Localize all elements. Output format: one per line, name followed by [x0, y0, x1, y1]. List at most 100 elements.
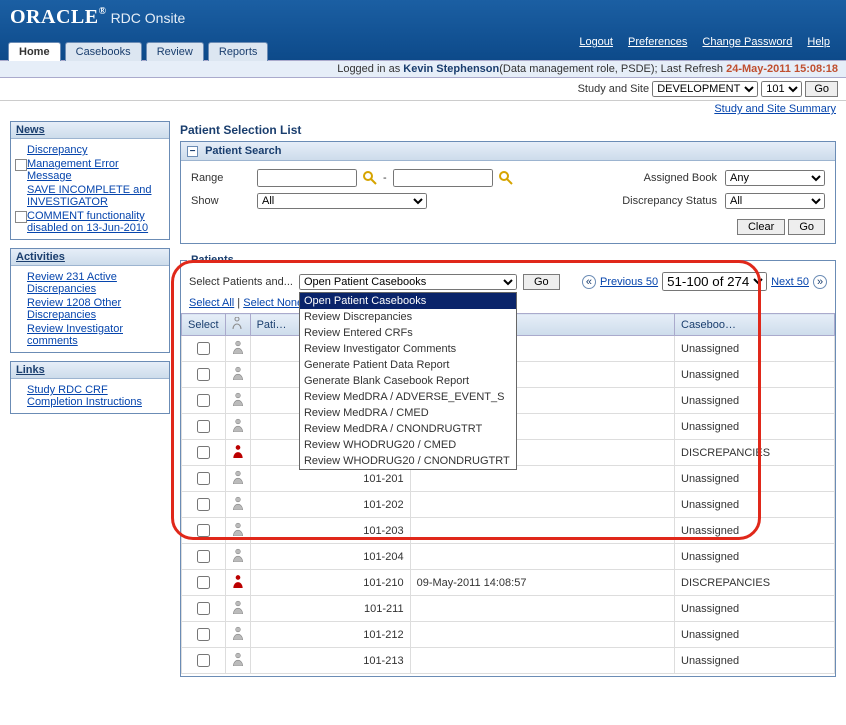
page-range-select[interactable]: 51-100 of 274	[662, 272, 767, 291]
activity-item[interactable]: Review Investigator comments	[15, 322, 165, 348]
select-all-link[interactable]: Select All	[189, 297, 234, 309]
oracle-logo: ORACLE®	[10, 6, 107, 29]
row-checkbox[interactable]	[197, 420, 210, 433]
activities-panel: Activities Review 231 Active Discrepanci…	[10, 248, 170, 353]
first-page-icon[interactable]: «	[582, 275, 596, 289]
news-item[interactable]: Discrepancy	[15, 143, 165, 157]
lookup-icon[interactable]	[363, 171, 377, 185]
tab-review[interactable]: Review	[146, 42, 204, 61]
news-item[interactable]: COMMENT functionality disabled on 13-Jun…	[15, 209, 165, 235]
person-icon	[232, 470, 244, 484]
casebook-cell: DISCREPANCIES	[675, 440, 835, 466]
collapse-icon[interactable]: −	[187, 146, 198, 157]
logout-link[interactable]: Logout	[579, 36, 613, 48]
last-page-icon[interactable]: »	[813, 275, 827, 289]
preferences-link[interactable]: Preferences	[628, 36, 687, 48]
links-panel: Links Study RDC CRF Completion Instructi…	[10, 361, 170, 414]
study-site-label: Study and Site	[578, 83, 650, 95]
casebook-cell: DISCREPANCIES	[675, 570, 835, 596]
table-row: 101-21009-May-2011 14:08:57DISCREPANCIES	[182, 570, 835, 596]
col-select: Select	[182, 314, 226, 336]
dropdown-option[interactable]: Review WHODRUG20 / CNONDRUGTRT	[300, 453, 516, 469]
row-checkbox[interactable]	[197, 654, 210, 667]
header-links: Logout Preferences Change Password Help	[573, 36, 836, 48]
activity-item[interactable]: Review 231 Active Discrepancies	[15, 270, 165, 296]
study-go-button[interactable]: Go	[805, 81, 838, 97]
discrepancy-status-select[interactable]: All	[725, 193, 825, 209]
dropdown-option[interactable]: Review MedDRA / CMED	[300, 405, 516, 421]
range-from-input[interactable]	[257, 169, 357, 187]
row-checkbox[interactable]	[197, 628, 210, 641]
dropdown-option[interactable]: Review MedDRA / ADVERSE_EVENT_S	[300, 389, 516, 405]
dropdown-option[interactable]: Review Investigator Comments	[300, 341, 516, 357]
help-link[interactable]: Help	[807, 36, 830, 48]
dropdown-option[interactable]: Review Entered CRFs	[300, 325, 516, 341]
dropdown-option[interactable]: Generate Blank Casebook Report	[300, 373, 516, 389]
change-password-link[interactable]: Change Password	[702, 36, 792, 48]
dropdown-option[interactable]: Review MedDRA / CNONDRUGTRT	[300, 421, 516, 437]
tab-reports[interactable]: Reports	[208, 42, 269, 61]
row-checkbox[interactable]	[197, 394, 210, 407]
clear-button[interactable]: Clear	[737, 219, 785, 235]
row-checkbox[interactable]	[197, 472, 210, 485]
patient-action-dropdown: Open Patient Casebooks Review Discrepanc…	[299, 292, 517, 470]
row-checkbox[interactable]	[197, 446, 210, 459]
dropdown-option[interactable]: Generate Patient Data Report	[300, 357, 516, 373]
casebook-cell: Unassigned	[675, 362, 835, 388]
range-to-input[interactable]	[393, 169, 493, 187]
patient-number-cell: 101-211	[250, 596, 410, 622]
casebook-cell: Unassigned	[675, 518, 835, 544]
tab-home[interactable]: Home	[8, 42, 61, 61]
last-modified-cell	[410, 518, 674, 544]
site-select[interactable]: 101	[761, 81, 802, 97]
patients-legend: Patients	[187, 254, 238, 266]
dropdown-option[interactable]: Review WHODRUG20 / CMED	[300, 437, 516, 453]
next-page-link[interactable]: Next 50	[771, 276, 809, 288]
study-site-bar: Study and Site DEVELOPMENT 101 Go	[0, 78, 846, 101]
assigned-book-select[interactable]: Any	[725, 170, 825, 186]
link-item[interactable]: Study RDC CRF Completion Instructions	[15, 383, 165, 409]
search-go-button[interactable]: Go	[788, 219, 825, 235]
row-checkbox[interactable]	[197, 342, 210, 355]
patients-go-button[interactable]: Go	[523, 274, 560, 290]
patient-search-title: Patient Search	[205, 145, 281, 157]
row-checkbox[interactable]	[197, 550, 210, 563]
select-none-link[interactable]: Select None	[243, 297, 303, 309]
study-select[interactable]: DEVELOPMENT	[652, 81, 758, 97]
person-icon	[232, 496, 244, 510]
table-row: 101-211 Unassigned	[182, 596, 835, 622]
last-modified-cell	[410, 622, 674, 648]
study-site-summary-link[interactable]: Study and Site Summary	[714, 103, 836, 115]
prev-page-link[interactable]: Previous 50	[600, 276, 658, 288]
news-item[interactable]: SAVE INCOMPLETE and INVESTIGATOR	[15, 183, 165, 209]
news-item[interactable]: Management Error Message	[15, 157, 165, 183]
row-checkbox[interactable]	[197, 524, 210, 537]
patient-number-cell: 101-202	[250, 492, 410, 518]
show-select[interactable]: All	[257, 193, 427, 209]
patient-action-select[interactable]: Open Patient Casebooks	[299, 274, 517, 290]
news-heading: News	[11, 122, 169, 139]
tab-casebooks[interactable]: Casebooks	[65, 42, 142, 61]
person-icon	[232, 418, 244, 432]
lookup-icon[interactable]	[499, 171, 513, 185]
show-label: Show	[191, 195, 251, 207]
person-icon	[232, 574, 244, 588]
row-checkbox[interactable]	[197, 498, 210, 511]
col-icon	[225, 314, 250, 336]
casebook-cell: Unassigned	[675, 336, 835, 362]
person-icon	[232, 444, 244, 458]
last-modified-cell	[410, 544, 674, 570]
main-tabs: Home Casebooks Review Reports	[8, 42, 269, 61]
patient-search-box: − Patient Search Range - Assigned	[180, 141, 836, 244]
dropdown-option[interactable]: Review Discrepancies	[300, 309, 516, 325]
row-checkbox[interactable]	[197, 368, 210, 381]
table-row: 101-212Unassigned	[182, 622, 835, 648]
casebook-cell: Unassigned	[675, 388, 835, 414]
activities-heading: Activities	[11, 249, 169, 266]
links-heading: Links	[11, 362, 169, 379]
row-checkbox[interactable]	[197, 576, 210, 589]
row-checkbox[interactable]	[197, 602, 210, 615]
dropdown-option[interactable]: Open Patient Casebooks	[300, 293, 516, 309]
activity-item[interactable]: Review 1208 Other Discrepancies	[15, 296, 165, 322]
casebook-cell: Unassigned	[675, 596, 835, 622]
